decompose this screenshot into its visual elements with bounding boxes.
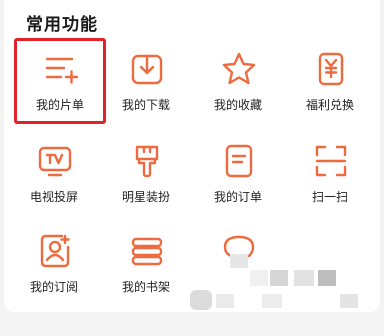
bookshelf-icon — [130, 234, 164, 268]
scan-icon — [314, 144, 348, 178]
watermark-block — [270, 270, 288, 286]
item-label: 我的片单 — [35, 98, 84, 112]
item-label: 福利兑换 — [305, 98, 354, 112]
watermark-block — [262, 294, 282, 308]
watermark-block — [250, 270, 268, 286]
item-label: 我的下载 — [121, 98, 170, 112]
tv-cast-icon — [38, 144, 72, 178]
item-label: 扫一扫 — [311, 190, 348, 204]
playlist-add-icon — [44, 52, 79, 86]
watermark-block — [216, 294, 234, 308]
my-bookshelf-item[interactable]: 我的书架 — [100, 220, 192, 306]
common-functions-card: 常用功能 我的片单 我的下载 我的收藏 福利兑换 电视投屏 明星装扮 我的订单 … — [4, 0, 380, 312]
item-label: 我的订单 — [213, 190, 262, 204]
item-label: 明星装扮 — [121, 190, 170, 204]
watermark-block — [294, 270, 314, 286]
paint-brush-icon — [130, 144, 164, 178]
star-icon — [222, 52, 256, 86]
tv-cast-item[interactable]: 电视投屏 — [8, 130, 100, 216]
my-download-item[interactable]: 我的下载 — [100, 38, 192, 124]
star-dressup-item[interactable]: 明星装扮 — [100, 130, 192, 216]
subscribe-user-icon — [38, 234, 72, 268]
watermark-block — [230, 254, 248, 268]
my-subscription-item[interactable]: 我的订阅 — [8, 220, 100, 306]
order-doc-icon — [222, 144, 256, 178]
scan-item[interactable]: 扫一扫 — [284, 130, 376, 216]
my-favorites-item[interactable]: 我的收藏 — [192, 38, 284, 124]
yuan-coupon-icon — [314, 52, 348, 86]
welfare-exchange-item[interactable]: 福利兑换 — [284, 38, 376, 124]
item-label: 我的收藏 — [213, 98, 262, 112]
watermark-block — [340, 294, 358, 308]
watermark-block — [318, 270, 336, 286]
section-title: 常用功能 — [26, 15, 98, 35]
item-label: 电视投屏 — [29, 190, 78, 204]
my-orders-item[interactable]: 我的订单 — [192, 130, 284, 216]
my-playlist-item[interactable]: 我的片单 — [14, 38, 106, 124]
download-icon — [130, 52, 164, 86]
item-label: 我的书架 — [121, 280, 170, 294]
watermark-block — [190, 290, 212, 310]
item-label: 我的订阅 — [29, 280, 78, 294]
